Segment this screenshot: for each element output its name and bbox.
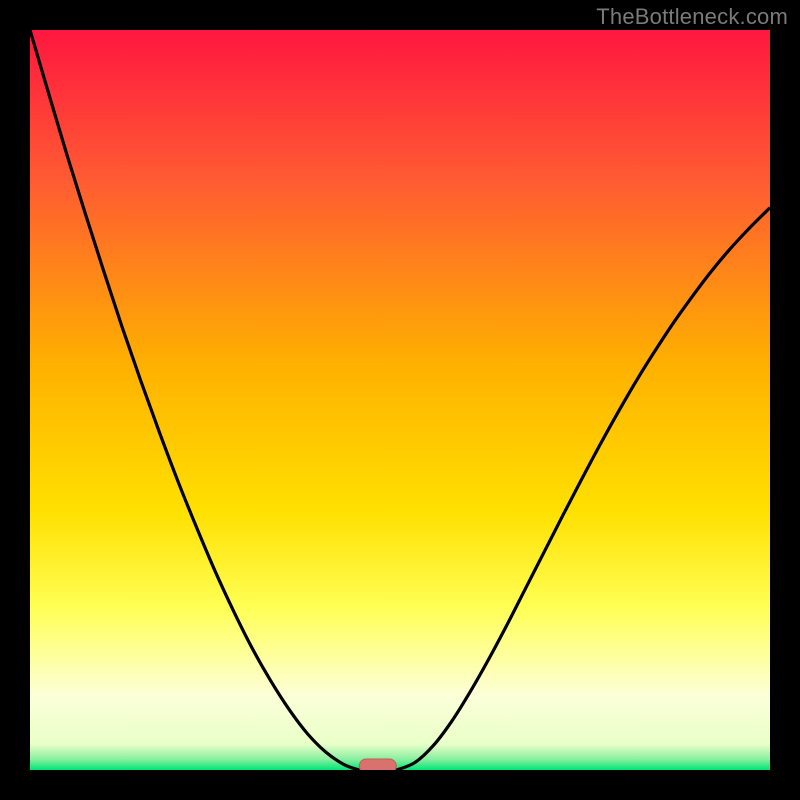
optimum-marker (359, 759, 396, 770)
watermark-text: TheBottleneck.com (596, 4, 788, 30)
plot-area (30, 30, 770, 770)
plot-svg (30, 30, 770, 770)
chart-frame: TheBottleneck.com (0, 0, 800, 800)
gradient-background (30, 30, 770, 770)
